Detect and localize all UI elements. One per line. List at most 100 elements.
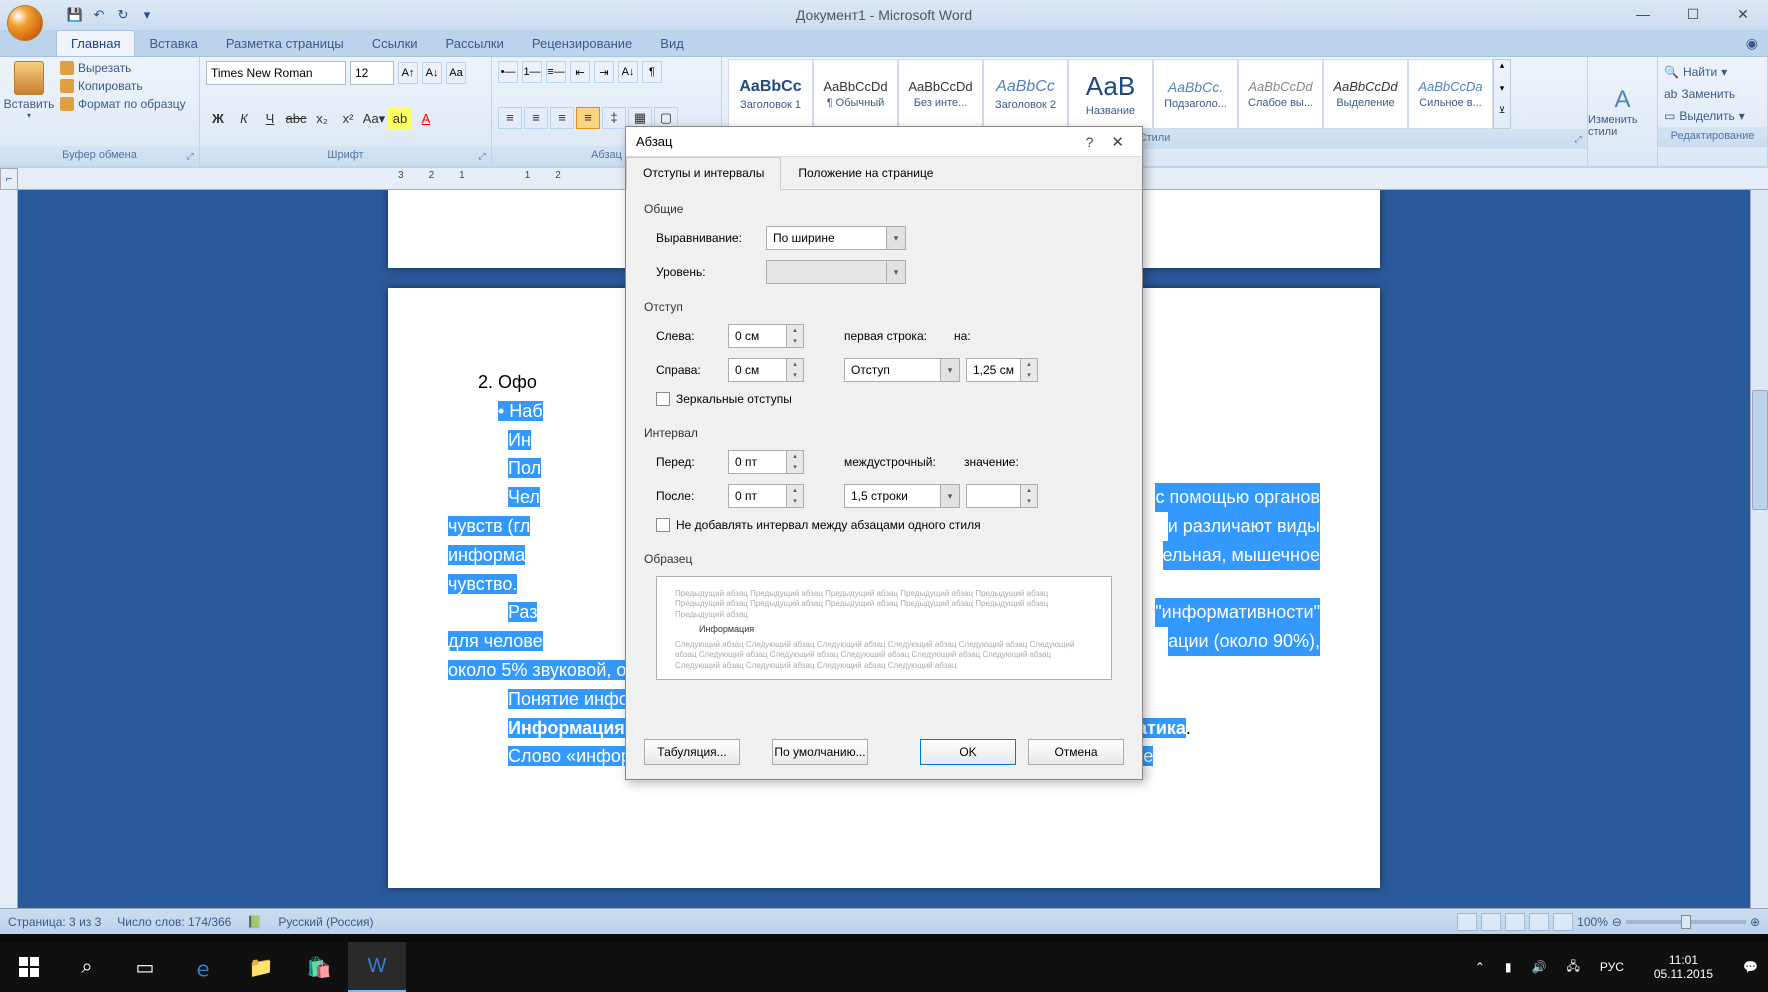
sort-button[interactable]: A↓ (618, 61, 638, 83)
view-fullscreen[interactable] (1481, 913, 1501, 931)
minimize-button[interactable]: — (1618, 0, 1668, 28)
task-view-button[interactable]: ▭ (116, 942, 174, 992)
align-right[interactable]: ≡ (550, 107, 574, 129)
align-justify[interactable]: ≡ (576, 107, 600, 129)
indent-button[interactable]: ⇥ (594, 61, 614, 83)
italic-button[interactable]: К (232, 108, 256, 130)
cut-button[interactable]: Вырезать (60, 61, 186, 75)
numbering-button[interactable]: 1— (522, 61, 542, 83)
zoom-slider[interactable] (1626, 920, 1746, 924)
strike-button[interactable]: abc (284, 108, 308, 130)
spacing-before-spinner[interactable]: 0 пт (728, 450, 804, 474)
font-launcher[interactable]: ⤢ (476, 151, 488, 163)
tray-expand-icon[interactable]: ⌃ (1465, 960, 1495, 974)
font-name-select[interactable] (206, 61, 346, 85)
zoom-in-button[interactable]: ⊕ (1750, 915, 1760, 929)
align-left[interactable]: ≡ (498, 107, 522, 129)
grow-font[interactable]: A↑ (398, 62, 418, 84)
spacing-after-spinner[interactable]: 0 пт (728, 484, 804, 508)
qat-undo[interactable]: ↶ (90, 6, 108, 24)
clipboard-launcher[interactable]: ⤢ (184, 151, 196, 163)
qat-redo[interactable]: ↻ (114, 6, 132, 24)
outdent-button[interactable]: ⇤ (570, 61, 590, 83)
style-normal[interactable]: AaBbCcDd¶ Обычный (813, 59, 898, 129)
show-marks-button[interactable]: ¶ (642, 61, 662, 83)
first-line-by-spinner[interactable]: 1,25 см (966, 358, 1038, 382)
tabs-button[interactable]: Табуляция... (644, 739, 740, 765)
tab-mailings[interactable]: Рассылки (432, 31, 518, 56)
style-heading1[interactable]: AaBbCcЗаголовок 1 (728, 59, 813, 129)
start-button[interactable] (0, 942, 58, 992)
subscript-button[interactable]: x₂ (310, 108, 334, 130)
help-icon[interactable]: ◉ (1736, 31, 1768, 56)
find-button[interactable]: 🔍Найти ▾ (1664, 61, 1761, 83)
shrink-font[interactable]: A↓ (422, 62, 442, 84)
copy-button[interactable]: Копировать (60, 79, 186, 93)
qat-save[interactable]: 💾 (66, 6, 84, 24)
zoom-out-button[interactable]: ⊖ (1612, 915, 1622, 929)
zoom-level[interactable]: 100% (1577, 915, 1608, 929)
search-button[interactable]: ⌕ (58, 942, 116, 992)
dialog-tab-position[interactable]: Положение на странице (781, 157, 950, 189)
tray-clock[interactable]: 11:0105.11.2015 (1634, 953, 1733, 982)
dialog-help-button[interactable]: ? (1076, 134, 1104, 150)
tray-battery-icon[interactable]: ▮ (1495, 960, 1522, 974)
select-button[interactable]: ▭Выделить ▾ (1664, 105, 1761, 127)
alignment-combo[interactable]: По ширине (766, 226, 906, 250)
view-draft[interactable] (1553, 913, 1573, 931)
highlight-button[interactable]: ab (388, 108, 412, 130)
styles-launcher[interactable]: ⤢ (1572, 134, 1584, 146)
change-styles-button[interactable]: A Изменить стили (1588, 57, 1658, 166)
dialog-tab-indents[interactable]: Отступы и интервалы (626, 157, 781, 190)
tab-insert[interactable]: Вставка (135, 31, 211, 56)
vertical-ruler[interactable] (0, 190, 18, 908)
view-print-layout[interactable] (1457, 913, 1477, 931)
tab-home[interactable]: Главная (56, 30, 135, 56)
style-title[interactable]: АаВНазвание (1068, 59, 1153, 129)
qat-customize[interactable]: ▾ (138, 6, 156, 24)
underline-button[interactable]: Ч (258, 108, 282, 130)
status-page[interactable]: Страница: 3 из 3 (8, 915, 101, 929)
taskbar-explorer[interactable]: 📁 (232, 942, 290, 992)
office-button[interactable] (0, 0, 46, 30)
no-same-style-checkbox[interactable]: Не добавлять интервал между абзацами одн… (656, 518, 1124, 532)
styles-more[interactable]: ⊻ (1494, 105, 1510, 128)
close-button[interactable]: ✕ (1718, 0, 1768, 28)
font-size-select[interactable] (350, 61, 394, 85)
styles-down[interactable]: ▾ (1494, 83, 1510, 106)
font-color-button[interactable]: A (414, 108, 438, 130)
style-emphasis[interactable]: AaBbCcDdВыделение (1323, 59, 1408, 129)
tab-review[interactable]: Рецензирование (518, 31, 646, 56)
bold-button[interactable]: Ж (206, 108, 230, 130)
tab-references[interactable]: Ссылки (358, 31, 432, 56)
style-nospacing[interactable]: AaBbCcDdБез инте... (898, 59, 983, 129)
line-at-spinner[interactable] (966, 484, 1038, 508)
indent-left-spinner[interactable]: 0 см (728, 324, 804, 348)
tray-volume-icon[interactable]: 🔊 (1522, 960, 1557, 974)
paste-button[interactable]: Вставить▾ (6, 61, 52, 120)
style-intense[interactable]: AaBbCcDaСильное в... (1408, 59, 1493, 129)
tab-view[interactable]: Вид (646, 31, 698, 56)
align-center[interactable]: ≡ (524, 107, 548, 129)
status-spellcheck-icon[interactable]: 📗 (247, 915, 262, 929)
multilevel-button[interactable]: ≡— (546, 61, 566, 83)
view-web[interactable] (1505, 913, 1525, 931)
style-heading2[interactable]: AaBbCcЗаголовок 2 (983, 59, 1068, 129)
maximize-button[interactable]: ☐ (1668, 0, 1718, 28)
format-painter-button[interactable]: Формат по образцу (60, 97, 186, 111)
view-outline[interactable] (1529, 913, 1549, 931)
change-case-button[interactable]: Aa▾ (362, 108, 386, 130)
tab-selector[interactable]: ⌐ (0, 168, 18, 190)
tray-language[interactable]: РУС (1590, 960, 1634, 974)
ok-button[interactable]: OK (920, 739, 1016, 765)
default-button[interactable]: По умолчанию... (772, 739, 868, 765)
taskbar-word[interactable]: W (348, 942, 406, 992)
styles-up[interactable]: ▴ (1494, 60, 1510, 83)
indent-right-spinner[interactable]: 0 см (728, 358, 804, 382)
vertical-scrollbar[interactable] (1750, 190, 1768, 908)
replace-button[interactable]: abЗаменить (1664, 83, 1761, 105)
line-spacing[interactable]: ‡ (602, 107, 626, 129)
line-spacing-combo[interactable]: 1,5 строки (844, 484, 960, 508)
tab-pagelayout[interactable]: Разметка страницы (212, 31, 358, 56)
bullets-button[interactable]: •— (498, 61, 518, 83)
